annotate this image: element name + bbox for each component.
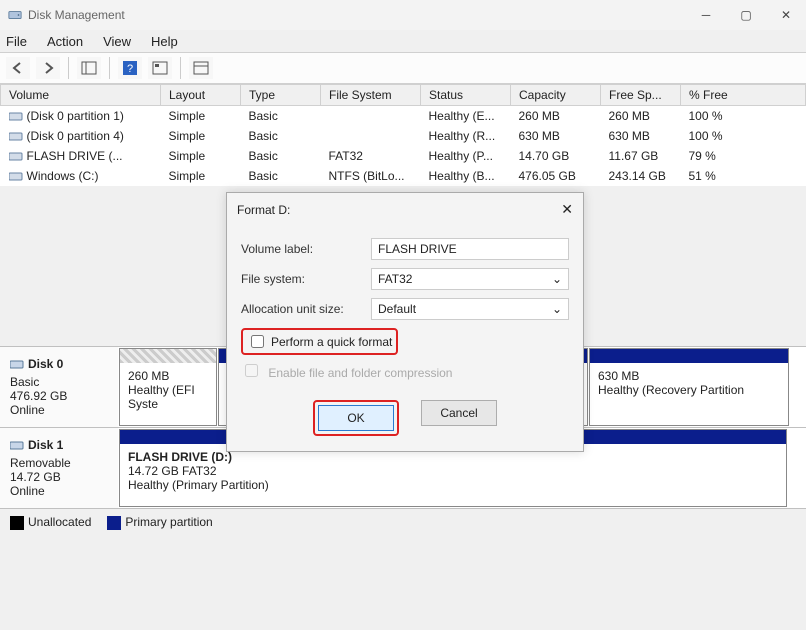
chevron-down-icon: ⌄ xyxy=(552,302,562,316)
col-capacity[interactable]: Capacity xyxy=(511,85,601,106)
forward-button[interactable] xyxy=(36,57,60,79)
dialog-title: Format D: xyxy=(237,203,290,217)
close-button[interactable]: ✕ xyxy=(766,0,806,30)
legend: Unallocated Primary partition xyxy=(0,508,806,536)
disk-icon xyxy=(10,358,24,370)
allocation-unit-size-label: Allocation unit size: xyxy=(241,302,371,316)
svg-text:?: ? xyxy=(127,63,133,75)
volume-label-label: Volume label: xyxy=(241,242,371,256)
app-icon xyxy=(8,8,22,22)
toolbar: ? xyxy=(0,52,806,84)
file-system-select[interactable]: FAT32 ⌄ xyxy=(371,268,569,290)
volume-label-input[interactable]: FLASH DRIVE xyxy=(371,238,569,260)
volume-icon xyxy=(9,170,23,182)
menu-help[interactable]: Help xyxy=(149,32,180,51)
col-layout[interactable]: Layout xyxy=(161,85,241,106)
quick-format-checkbox[interactable] xyxy=(251,335,264,348)
col-freespace[interactable]: Free Sp... xyxy=(601,85,681,106)
col-status[interactable]: Status xyxy=(421,85,511,106)
back-button[interactable] xyxy=(6,57,30,79)
compression-checkbox xyxy=(245,364,258,377)
volume-table: Volume Layout Type File System Status Ca… xyxy=(0,84,806,186)
settings-button[interactable] xyxy=(189,57,213,79)
help-button[interactable]: ? xyxy=(118,57,142,79)
volume-icon xyxy=(9,110,23,122)
volume-icon xyxy=(9,150,23,162)
window-title: Disk Management xyxy=(28,8,125,22)
disk-label-pane: Disk 0Basic476.92 GBOnline xyxy=(0,347,118,427)
legend-unallocated: Unallocated xyxy=(10,515,91,530)
col-pctfree[interactable]: % Free xyxy=(681,85,806,106)
title-bar: Disk Management ─ ▢ ✕ xyxy=(0,0,806,30)
disk-icon xyxy=(10,439,24,451)
ok-button[interactable]: OK xyxy=(318,405,394,431)
table-row[interactable]: Windows (C:)SimpleBasicNTFS (BitLo...Hea… xyxy=(1,166,806,186)
refresh-button[interactable] xyxy=(148,57,172,79)
disk-label-pane: Disk 1Removable14.72 GBOnline xyxy=(0,428,118,508)
menu-bar: File Action View Help xyxy=(0,30,806,52)
allocation-unit-size-select[interactable]: Default ⌄ xyxy=(371,298,569,320)
menu-file[interactable]: File xyxy=(4,32,29,51)
table-row[interactable]: (Disk 0 partition 4)SimpleBasicHealthy (… xyxy=(1,126,806,146)
col-type[interactable]: Type xyxy=(241,85,321,106)
cancel-button[interactable]: Cancel xyxy=(421,400,497,426)
chevron-down-icon: ⌄ xyxy=(552,272,562,286)
table-header-row: Volume Layout Type File System Status Ca… xyxy=(1,85,806,106)
show-hide-console-tree-button[interactable] xyxy=(77,57,101,79)
file-system-label: File system: xyxy=(241,272,371,286)
col-filesystem[interactable]: File System xyxy=(321,85,421,106)
quick-format-highlight: Perform a quick format xyxy=(241,328,398,355)
minimize-button[interactable]: ─ xyxy=(686,0,726,30)
partition[interactable]: 630 MBHealthy (Recovery Partition xyxy=(589,348,789,426)
ok-button-highlight: OK xyxy=(313,400,399,436)
dialog-close-button[interactable]: ✕ xyxy=(561,201,573,218)
format-dialog: Format D: ✕ Volume label: FLASH DRIVE Fi… xyxy=(226,192,584,452)
table-row[interactable]: FLASH DRIVE (...SimpleBasicFAT32Healthy … xyxy=(1,146,806,166)
menu-action[interactable]: Action xyxy=(45,32,85,51)
compression-label: Enable file and folder compression xyxy=(268,366,452,380)
legend-primary: Primary partition xyxy=(107,515,212,530)
col-volume[interactable]: Volume xyxy=(1,85,161,106)
table-row[interactable]: (Disk 0 partition 1)SimpleBasicHealthy (… xyxy=(1,106,806,127)
volume-icon xyxy=(9,130,23,142)
partition[interactable]: 260 MBHealthy (EFI Syste xyxy=(119,348,217,426)
maximize-button[interactable]: ▢ xyxy=(726,0,766,30)
menu-view[interactable]: View xyxy=(101,32,133,51)
quick-format-label: Perform a quick format xyxy=(271,335,392,349)
